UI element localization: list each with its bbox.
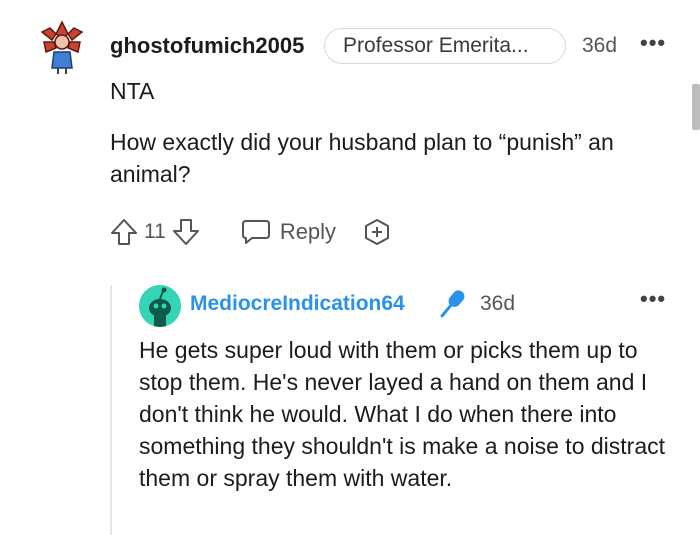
user-flair: Professor Emerita...: [324, 28, 566, 64]
snoo-avatar-icon: [139, 285, 181, 327]
comment-text-line: How exactly did your husband plan to “pu…: [110, 129, 614, 187]
downvote-arrow-icon[interactable]: [172, 217, 200, 247]
award-plus-icon: [365, 219, 390, 245]
avatar[interactable]: [38, 18, 86, 76]
comment-actions: 11 Reply: [110, 212, 392, 252]
reply-timestamp: 36d: [480, 292, 516, 315]
more-options-button[interactable]: •••: [640, 286, 666, 312]
reply-button[interactable]: Reply: [240, 218, 336, 246]
vote-count: 11: [144, 220, 166, 243]
comment-timestamp: 36d: [582, 34, 618, 57]
more-options-button[interactable]: •••: [640, 30, 666, 56]
speech-bubble-icon: [241, 220, 270, 244]
comment-username[interactable]: ghostofumich2005: [110, 33, 304, 59]
thread-collapse-line[interactable]: [110, 285, 112, 535]
demogorgon-avatar-icon: [40, 20, 84, 74]
reply-username[interactable]: MediocreIndication64: [190, 292, 405, 316]
upvote-arrow-icon[interactable]: [110, 217, 138, 247]
reply-body: He gets super loud with them or picks th…: [139, 337, 666, 491]
comment-text-line: NTA: [110, 78, 155, 104]
microphone-icon: [432, 286, 472, 327]
scrollbar-thumb[interactable]: [692, 84, 700, 130]
reply-label: Reply: [279, 219, 337, 244]
avatar[interactable]: [139, 285, 181, 327]
award-button[interactable]: [362, 217, 392, 247]
